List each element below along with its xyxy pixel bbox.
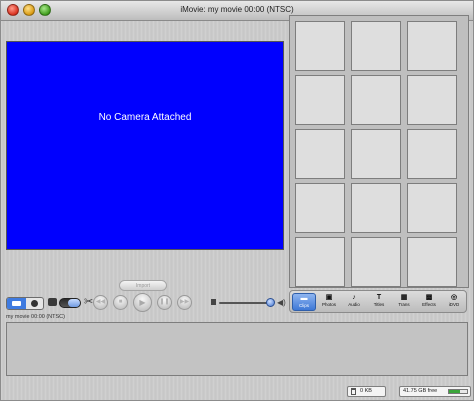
pane-label: Effects xyxy=(422,302,436,307)
transitions-icon: ▦ xyxy=(400,294,408,301)
clip-slot[interactable] xyxy=(351,129,401,179)
audio-icon: ♪ xyxy=(352,294,356,301)
play-icon: ▶ xyxy=(139,298,146,307)
volume-high-icon: ◀) xyxy=(277,298,286,307)
import-button[interactable]: Import xyxy=(119,280,167,291)
pane-label: Audio xyxy=(348,302,360,307)
clip-slot[interactable] xyxy=(407,21,457,71)
clip-slot[interactable] xyxy=(407,237,457,287)
clips-icon: ▬ xyxy=(300,295,308,302)
trash-icon xyxy=(351,388,356,395)
free-space-text: 41.75 GB free xyxy=(403,388,438,394)
pane-button-photos[interactable]: ▣ Photos xyxy=(317,293,341,311)
free-space-bar xyxy=(448,389,468,394)
clip-slot[interactable] xyxy=(295,75,345,125)
fast-forward-icon: ▶▶ xyxy=(179,299,190,305)
camera-icon xyxy=(48,298,57,306)
volume-slider[interactable] xyxy=(219,302,273,304)
idvd-icon: ◎ xyxy=(450,294,458,301)
clip-slot[interactable] xyxy=(295,21,345,71)
trash-size: 0 KB xyxy=(360,388,372,394)
rewind-button[interactable]: ◀◀ xyxy=(93,295,108,310)
clip-slot[interactable] xyxy=(407,75,457,125)
imovie-window: iMovie: my movie 00:00 (NTSC) No Camera … xyxy=(0,0,474,401)
free-space-indicator: 41.75 GB free xyxy=(399,386,471,397)
pause-button[interactable]: ❚❚ xyxy=(157,295,172,310)
stop-button[interactable]: ■ xyxy=(113,295,128,310)
pane-button-clips[interactable]: ▬ Clips xyxy=(292,293,316,311)
camera-edit-mode-toggle[interactable] xyxy=(6,297,44,310)
clip-slot[interactable] xyxy=(351,75,401,125)
pane-label: Titles xyxy=(373,302,385,307)
fast-forward-button[interactable]: ▶▶ xyxy=(177,295,192,310)
volume-low-icon xyxy=(211,299,216,305)
photos-icon: ▣ xyxy=(325,294,333,301)
pane-button-trans[interactable]: ▦ Trans xyxy=(392,293,416,311)
clip-slot[interactable] xyxy=(295,237,345,287)
clip-slot[interactable] xyxy=(351,237,401,287)
trash-indicator[interactable]: 0 KB xyxy=(347,386,386,397)
effects-icon: ▩ xyxy=(425,294,433,301)
pane-button-audio[interactable]: ♪ Audio xyxy=(342,293,366,311)
pane-label: Clips xyxy=(298,303,309,308)
clip-slot[interactable] xyxy=(407,129,457,179)
camera-mode-icon xyxy=(12,301,21,306)
clip-slot[interactable] xyxy=(351,183,401,233)
pane-label: Trans xyxy=(398,302,410,307)
capture-switch[interactable] xyxy=(59,298,81,308)
clip-shelf xyxy=(289,15,469,288)
pause-icon: ❚❚ xyxy=(159,299,170,305)
pane-label: Photos xyxy=(321,302,336,307)
pane-label: iDVD xyxy=(448,302,460,307)
movie-status: my movie 00:00 (NTSC) xyxy=(6,314,65,320)
clip-slot[interactable] xyxy=(351,21,401,71)
no-camera-message: No Camera Attached xyxy=(98,112,192,123)
titles-icon: T xyxy=(376,294,382,301)
pane-button-idvd[interactable]: ◎ iDVD xyxy=(442,293,466,311)
clip-slot[interactable] xyxy=(295,183,345,233)
camera-monitor: No Camera Attached xyxy=(6,41,284,250)
clip-slot[interactable] xyxy=(295,129,345,179)
stop-icon: ■ xyxy=(118,299,123,305)
switch-knob xyxy=(68,299,80,307)
pane-button-effects[interactable]: ▩ Effects xyxy=(417,293,441,311)
free-space-fill xyxy=(449,390,460,393)
edit-mode-icon[interactable] xyxy=(31,300,38,307)
clip-slot[interactable] xyxy=(407,183,457,233)
pane-buttons-bar: ▬ Clips ▣ Photos ♪ Audio T Titles ▦ Trans ▩ Effects… xyxy=(289,290,467,313)
volume-slider-knob[interactable] xyxy=(266,298,275,307)
camera-mode-segment[interactable] xyxy=(7,298,26,309)
pane-button-titles[interactable]: T Titles xyxy=(367,293,391,311)
window-title: iMovie: my movie 00:00 (NTSC) xyxy=(180,5,294,14)
clip-viewer[interactable] xyxy=(6,322,468,376)
scissors-icon[interactable]: ✂ xyxy=(84,295,93,309)
play-button[interactable]: ▶ xyxy=(133,293,152,312)
rewind-icon: ◀◀ xyxy=(95,299,106,305)
